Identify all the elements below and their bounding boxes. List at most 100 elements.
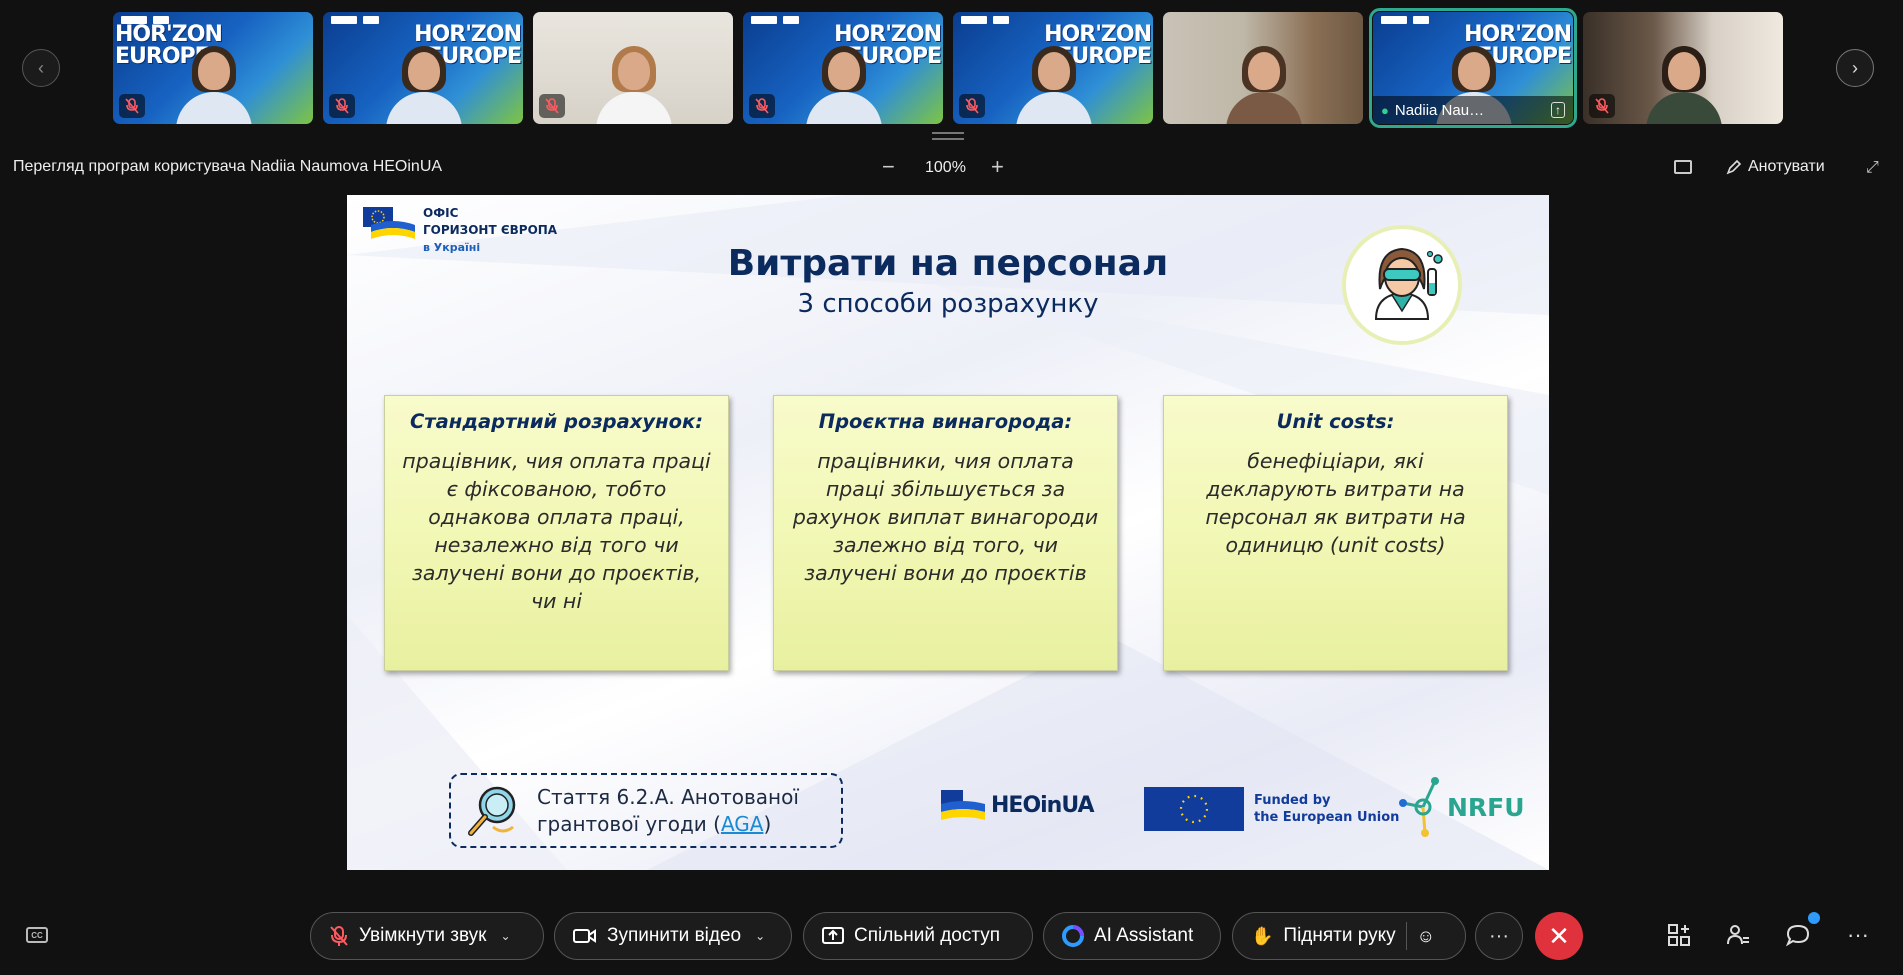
backdrop-logo <box>1413 16 1429 24</box>
unmute-button[interactable]: Увімкнути звук ⌄ <box>310 912 544 960</box>
eu-funded-line2: the European Union <box>1254 810 1400 825</box>
sharing-icon: ↑ <box>1551 102 1565 118</box>
screen-view-icon[interactable] <box>1674 160 1692 174</box>
participant-video <box>1638 44 1728 124</box>
nrfu-molecule-icon <box>1399 777 1439 837</box>
participant-name: Nadiia Nau… <box>1394 101 1485 119</box>
backdrop-logo <box>363 16 379 24</box>
participant-video <box>1218 44 1308 124</box>
stop-video-label: Зупинити відео <box>607 925 742 946</box>
eu-funded-line1: Funded by <box>1254 793 1331 808</box>
aga-line1: Стаття 6.2.А. Анотованої <box>537 784 799 809</box>
reaction-emoji-icon[interactable]: ☺ <box>1417 926 1435 947</box>
card-standard-calculation: Стандартний розрахунок: працівник, чия о… <box>384 395 729 671</box>
participant-video <box>588 44 678 124</box>
meeting-toolbar: CC Увімкнути звук ⌄ Зупинити відео ⌄ Спі… <box>0 905 1903 965</box>
card-title: Проєктна винагорода: <box>818 410 1073 433</box>
backdrop-logo <box>331 16 357 24</box>
overflow-menu-icon[interactable]: ··· <box>1843 920 1873 950</box>
zoom-out-button[interactable]: − <box>882 154 895 180</box>
chat-notification-badge <box>1808 912 1820 924</box>
drag-handle[interactable] <box>932 132 964 140</box>
chevron-right-icon[interactable]: › <box>1836 49 1874 87</box>
participant-video <box>798 44 888 124</box>
card-title: Unit costs: <box>1276 410 1395 433</box>
card-text: бенефіціари, які декларують витрати на п… <box>1205 449 1466 557</box>
raise-hand-button[interactable]: ✋ Підняти руку ☺ <box>1232 912 1466 960</box>
backdrop-logo <box>751 16 777 24</box>
participant-video <box>378 44 468 124</box>
share-button[interactable]: Спільний доступ <box>803 912 1033 960</box>
nrfu-label: NRFU <box>1447 792 1525 822</box>
chevron-down-icon[interactable]: ⌄ <box>755 929 765 943</box>
mic-muted-icon <box>749 94 775 118</box>
participant-video <box>168 44 258 124</box>
apps-icon[interactable] <box>1664 920 1694 950</box>
scientist-icon <box>1342 225 1462 345</box>
aga-link[interactable]: AGA <box>721 812 764 836</box>
unmute-label: Увімкнути звук <box>359 925 487 946</box>
annotate-button[interactable]: Анотувати <box>1726 158 1825 176</box>
mic-muted-icon <box>539 94 565 118</box>
backdrop-logo <box>121 16 147 24</box>
raise-hand-label: Підняти руку <box>1283 925 1396 946</box>
zoom-level: 100% <box>925 159 966 176</box>
eu-funded-logo: Funded by the European Union <box>1144 787 1399 831</box>
ai-assistant-button[interactable]: AI Assistant <box>1043 912 1221 960</box>
participant-tile[interactable]: HOR'ZON EUROPE ● Nadiia Nau… ↑ <box>1369 8 1577 128</box>
stop-video-button[interactable]: Зупинити відео ⌄ <box>554 912 792 960</box>
shared-slide: ОФІС ГОРИЗОНТ ЄВРОПА в Україні Витрати н… <box>347 195 1549 870</box>
participants-icon[interactable] <box>1723 920 1753 950</box>
heoinua-label: HEOinUA <box>991 792 1095 818</box>
mic-on-icon: ● <box>1381 102 1389 118</box>
share-label: Спільний доступ <box>854 925 1001 946</box>
chat-icon[interactable] <box>1783 920 1813 950</box>
captions-icon[interactable]: CC <box>26 927 48 943</box>
eu-ukraine-flag-icon <box>941 790 985 820</box>
participant-tile[interactable]: HOR'ZON EUROPE <box>743 12 943 124</box>
share-title: Перегляд програм користувача Nadiia Naum… <box>13 158 443 175</box>
backdrop-logo <box>1381 16 1407 24</box>
participant-tile[interactable] <box>533 12 733 124</box>
more-options-button[interactable]: ··· <box>1475 912 1523 960</box>
participant-tile[interactable]: HOR'ZON EUROPE <box>953 12 1153 124</box>
backdrop-logo <box>783 16 799 24</box>
chevron-down-icon[interactable]: ⌄ <box>500 929 510 943</box>
participant-tile[interactable] <box>1163 12 1363 124</box>
ai-assistant-label: AI Assistant <box>1094 925 1194 946</box>
pen-icon <box>1726 159 1742 175</box>
leave-meeting-button[interactable]: ✕ <box>1535 912 1583 960</box>
backdrop-logo <box>153 16 169 24</box>
card-title: Стандартний розрахунок: <box>410 410 703 433</box>
chevron-left-icon[interactable]: ‹ <box>22 49 60 87</box>
participant-tile[interactable]: HOR'ZON EUROPE <box>323 12 523 124</box>
backdrop-logo <box>961 16 987 24</box>
card-project-bonus: Проєктна винагорода: працівники, чия опл… <box>773 395 1118 671</box>
mic-muted-icon <box>959 94 985 118</box>
aga-line2: грантової угоди (AGA) <box>537 811 799 838</box>
fullscreen-icon[interactable]: ⤢ <box>1866 159 1879 177</box>
aga-reference-box: Стаття 6.2.А. Анотованої грантової угоди… <box>449 773 843 848</box>
aga-suffix: ) <box>763 811 772 836</box>
heoinua-logo: HEOinUA <box>941 790 1095 820</box>
card-text: працівник, чия оплата праці є фіксованою… <box>402 449 711 613</box>
participant-video <box>1008 44 1098 124</box>
card-text: працівники, чия оплата праці збільшуєтьс… <box>792 449 1099 585</box>
share-header: Перегляд програм користувача Nadiia Naum… <box>0 132 1903 179</box>
zoom-in-button[interactable]: + <box>991 154 1004 180</box>
video-camera-icon <box>573 929 596 943</box>
participant-name-bar: ● Nadiia Nau… ↑ <box>1373 96 1573 124</box>
ai-assistant-icon <box>1062 925 1084 947</box>
aga-prefix: грантової угоди ( <box>537 811 721 836</box>
participant-tile[interactable]: HOR'ZON EUROPE <box>113 12 313 124</box>
nrfu-logo: NRFU <box>1395 775 1525 839</box>
eu-ukraine-flag-icon <box>363 205 415 239</box>
participant-tile[interactable] <box>1583 12 1783 124</box>
card-unit-costs: Unit costs: бенефіціари, які декларують … <box>1163 395 1508 671</box>
eu-flag-icon <box>1144 787 1244 831</box>
backdrop-logo <box>993 16 1009 24</box>
magnifier-document-icon <box>468 786 516 836</box>
participant-strip: ‹ HOR'ZON EUROPE HOR'ZON EUROPE HOR'ZON EUROP… <box>0 0 1903 130</box>
separator <box>1405 922 1407 950</box>
share-screen-icon <box>822 927 844 944</box>
